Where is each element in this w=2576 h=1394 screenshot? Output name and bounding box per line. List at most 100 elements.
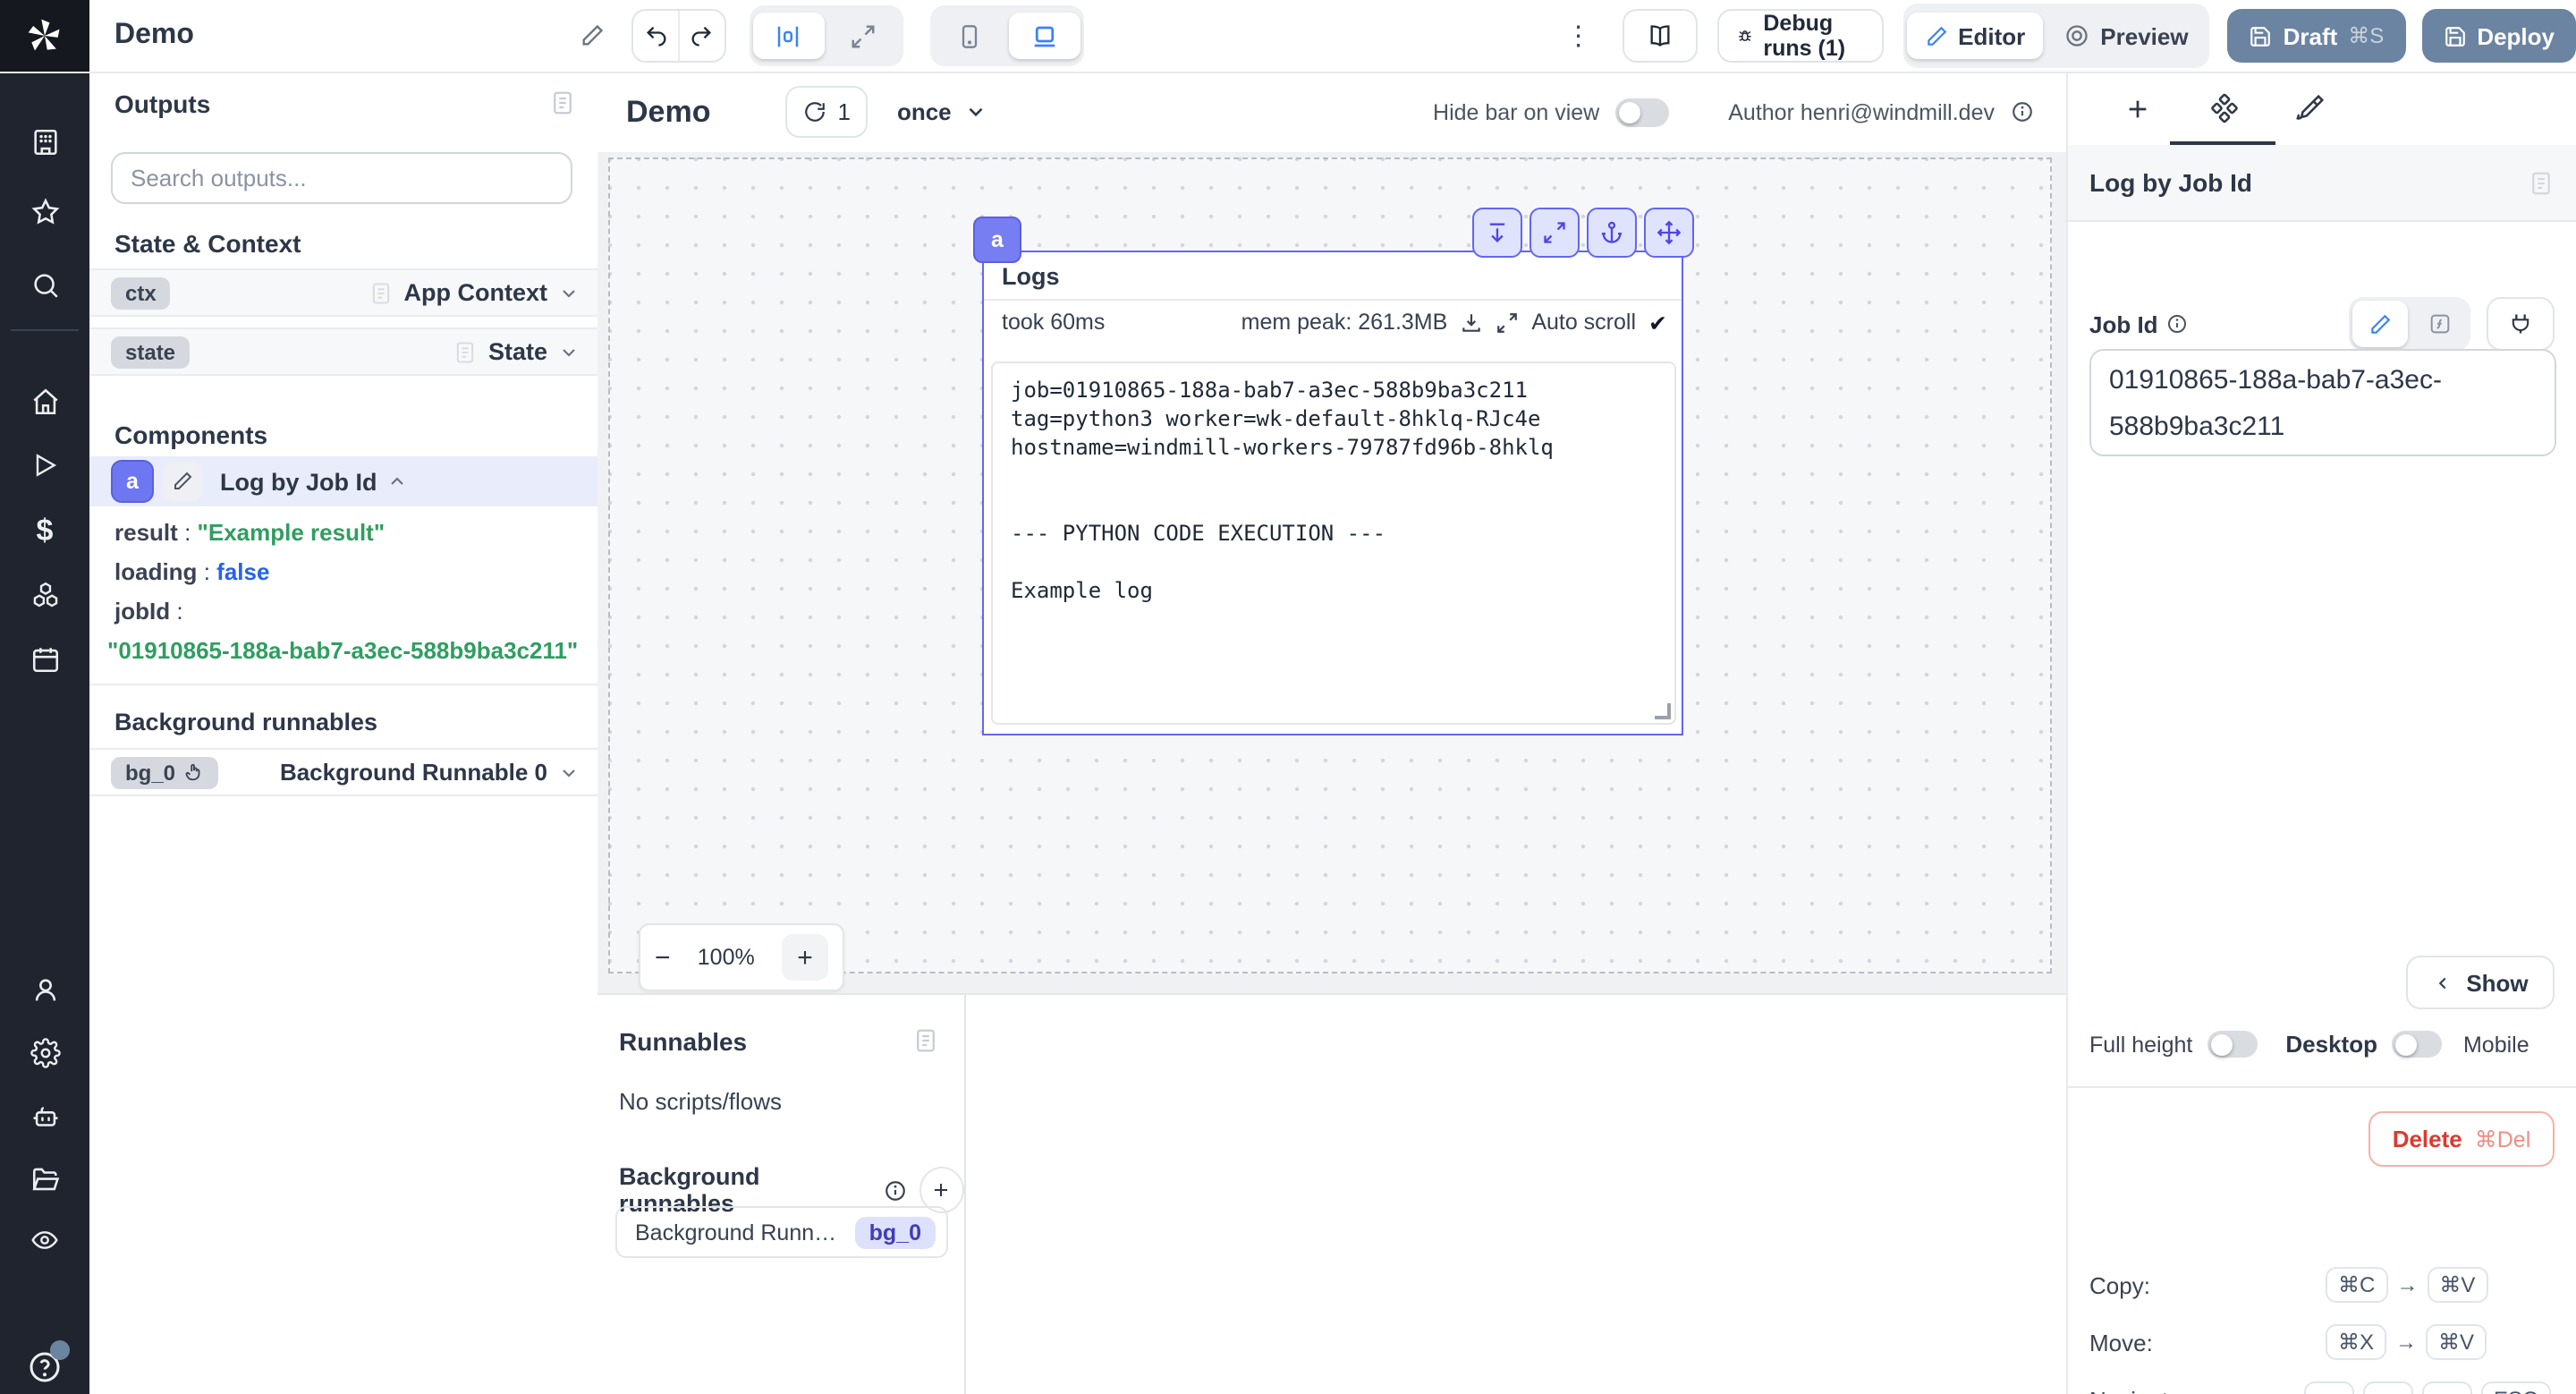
bg-runnable-item[interactable]: Background Runna... bg_0 bbox=[615, 1206, 948, 1258]
ctx-label: App Context bbox=[404, 279, 548, 306]
expand-log-icon[interactable] bbox=[1496, 310, 1519, 334]
help-notification-dot bbox=[50, 1340, 70, 1360]
log-resize-handle[interactable] bbox=[1655, 703, 1671, 719]
background-runnable-row[interactable]: bg_0 Background Runnable 0 bbox=[89, 748, 597, 796]
canvas-grid[interactable]: a bbox=[608, 157, 2052, 973]
info-icon[interactable] bbox=[2011, 100, 2034, 123]
bottom-area: Runnables No scripts/flows Background ru… bbox=[597, 993, 2066, 1394]
debug-runs-button[interactable]: Debug runs (1) bbox=[1717, 9, 1884, 63]
draft-button[interactable]: Draft ⌘S bbox=[2228, 9, 2406, 63]
favorites-icon[interactable] bbox=[0, 197, 89, 227]
more-menu-button[interactable]: ⋮ bbox=[1565, 20, 1592, 52]
user-icon[interactable] bbox=[0, 975, 89, 1006]
full-height-toggle[interactable] bbox=[2207, 1031, 2257, 1058]
component-id-badge: a bbox=[111, 460, 154, 503]
chevron-up-icon[interactable] bbox=[386, 471, 408, 492]
chevron-down-icon[interactable] bbox=[558, 341, 580, 362]
move-handle[interactable] bbox=[1644, 208, 1694, 258]
workspace-icon[interactable] bbox=[0, 127, 89, 157]
fullscreen-layout-toggle[interactable] bbox=[828, 13, 900, 59]
docs-button[interactable] bbox=[1623, 9, 1698, 63]
selected-component-name: Log by Job Id bbox=[2089, 168, 2252, 197]
hide-bar-label: Hide bar on view bbox=[1433, 99, 1599, 124]
components-title: Components bbox=[114, 421, 267, 449]
desktop-toggle[interactable] bbox=[2392, 1031, 2442, 1058]
home-icon[interactable] bbox=[0, 387, 89, 417]
output-jobid-row[interactable]: jobId : bbox=[114, 598, 183, 625]
draft-shortcut: ⌘S bbox=[2348, 23, 2384, 48]
ctx-badge: ctx bbox=[111, 276, 171, 309]
info-icon[interactable] bbox=[884, 1178, 907, 1202]
log-meta-row: took 60ms mem peak: 261.3MB Auto scroll … bbox=[1002, 306, 1667, 338]
state-row[interactable]: state State bbox=[89, 327, 597, 376]
chevron-down-icon[interactable] bbox=[558, 282, 580, 303]
key-cmd-x: ⌘X bbox=[2326, 1324, 2386, 1360]
static-mode-button[interactable] bbox=[2352, 301, 2408, 347]
settings-icon[interactable] bbox=[0, 1038, 89, 1068]
bg-runnable-item-badge: bg_0 bbox=[855, 1216, 936, 1248]
output-result-row[interactable]: result : "Example result" bbox=[114, 519, 385, 546]
folders-icon[interactable] bbox=[0, 1165, 89, 1195]
refresh-button[interactable]: 1 bbox=[785, 86, 868, 138]
debug-runs-label: Debug runs (1) bbox=[1763, 11, 1863, 61]
deploy-button[interactable]: Deploy bbox=[2421, 9, 2576, 63]
component-handles bbox=[1472, 208, 1694, 258]
sidebar-divider bbox=[11, 329, 79, 331]
editor-tab[interactable]: Editor bbox=[1906, 13, 2043, 59]
help-icon[interactable] bbox=[0, 1349, 89, 1385]
ctx-row[interactable]: ctx App Context bbox=[89, 268, 597, 317]
desktop-view-toggle[interactable] bbox=[1009, 13, 1080, 59]
component-row-a[interactable]: a Log by Job Id bbox=[89, 456, 597, 506]
app-canvas[interactable]: a bbox=[597, 152, 2066, 993]
result-value: "Example result" bbox=[198, 519, 386, 546]
preview-tab[interactable]: Preview bbox=[2046, 13, 2206, 59]
chevron-down-icon[interactable] bbox=[558, 761, 580, 783]
jobid-input[interactable]: 01910865-188a-bab7-a3ec-588b9ba3c211 bbox=[2089, 349, 2556, 456]
outputs-doc-icon[interactable] bbox=[549, 89, 576, 116]
connect-input-button[interactable] bbox=[2487, 297, 2555, 351]
dock-bottom-handle[interactable] bbox=[1472, 208, 1522, 258]
zoom-out-button[interactable]: − bbox=[655, 942, 671, 973]
doc-icon[interactable] bbox=[2528, 169, 2555, 196]
move-shortcut-row: Move: ⌘X → ⌘V bbox=[2089, 1321, 2558, 1364]
move-label: Move: bbox=[2089, 1329, 2153, 1356]
log-component[interactable]: a bbox=[982, 251, 1683, 735]
hide-bar-toggle[interactable] bbox=[1615, 98, 1669, 126]
component-selection-badge[interactable]: a bbox=[973, 217, 1021, 263]
center-layout-toggle[interactable] bbox=[753, 13, 825, 59]
rename-component-icon[interactable] bbox=[163, 462, 202, 501]
undo-button[interactable] bbox=[634, 11, 678, 61]
search-outputs-input[interactable] bbox=[111, 152, 572, 204]
edit-title-icon[interactable] bbox=[580, 23, 606, 48]
jobid-value: "01910865-188a-bab7-a3ec-588b9ba3c211" bbox=[107, 637, 578, 664]
run-mode-dropdown[interactable]: once bbox=[897, 98, 987, 125]
runnables-doc-icon[interactable] bbox=[912, 1027, 939, 1054]
output-loading-row[interactable]: loading : false bbox=[114, 558, 269, 585]
search-icon[interactable] bbox=[0, 270, 89, 301]
function-mode-button[interactable] bbox=[2411, 301, 2467, 347]
author-label: Author henri@windmill.dev bbox=[1728, 99, 1995, 124]
runs-icon[interactable] bbox=[0, 451, 89, 480]
zoom-in-button[interactable]: + bbox=[782, 934, 828, 981]
resources-icon[interactable] bbox=[0, 580, 89, 610]
show-styling-button[interactable]: Show bbox=[2406, 956, 2555, 1009]
anchor-handle[interactable] bbox=[1587, 208, 1637, 258]
download-log-icon[interactable] bbox=[1460, 310, 1483, 334]
device-toggle-group bbox=[930, 5, 1084, 66]
screen: Demo ⋮ bbox=[0, 0, 2576, 1394]
mobile-label: Mobile bbox=[2463, 1032, 2529, 1057]
auto-scroll-checkbox[interactable]: ✔ bbox=[1648, 309, 1667, 336]
windmill-logo[interactable] bbox=[0, 0, 89, 72]
variables-icon[interactable]: $ bbox=[0, 514, 89, 549]
styling-tab[interactable] bbox=[2258, 72, 2361, 145]
schedules-icon[interactable] bbox=[0, 644, 89, 675]
hand-pointer-icon bbox=[184, 762, 204, 782]
redo-button[interactable] bbox=[678, 11, 724, 61]
workers-icon[interactable] bbox=[0, 1102, 89, 1133]
audit-logs-icon[interactable] bbox=[0, 1226, 89, 1254]
mobile-view-toggle[interactable] bbox=[934, 13, 1005, 59]
log-output-box[interactable]: job=01910865-188a-bab7-a3ec-588b9ba3c211… bbox=[991, 361, 1676, 725]
key-cmd-c: ⌘C bbox=[2326, 1267, 2387, 1303]
expand-handle[interactable] bbox=[1530, 208, 1580, 258]
delete-component-button[interactable]: Delete ⌘Del bbox=[2368, 1111, 2555, 1167]
